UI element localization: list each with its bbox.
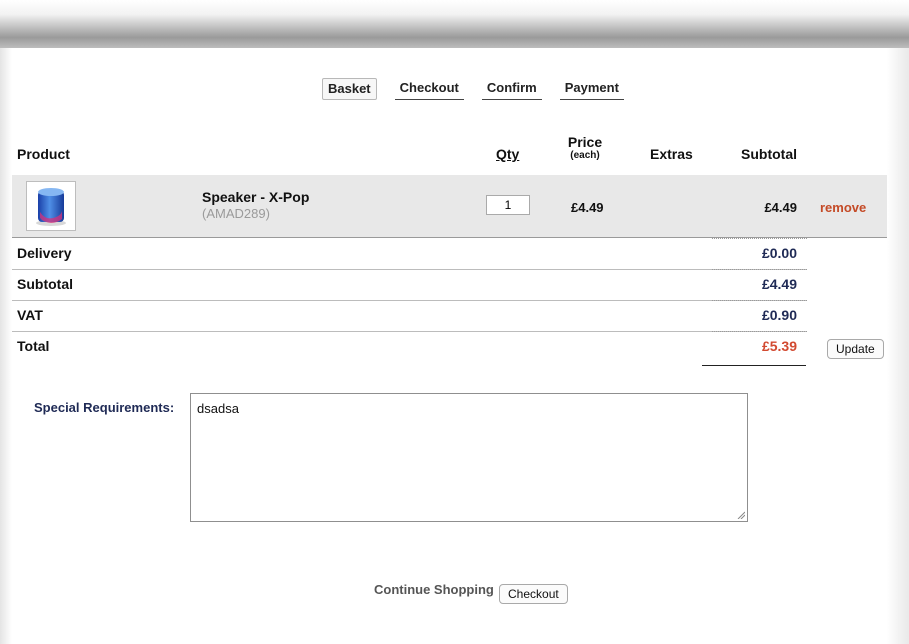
header-price-note: (each) (570, 150, 600, 161)
basket-item-row: Speaker - X-Pop (AMAD289) £4.49 £4.49 re… (12, 175, 887, 238)
delivery-value: £0.00 (761, 245, 797, 261)
header-product: Product (17, 146, 70, 162)
special-requirements-label: Special Requirements: (34, 400, 175, 415)
item-subtotal: £4.49 (764, 200, 797, 215)
resize-handle-icon[interactable] (737, 511, 745, 519)
special-requirements-textarea[interactable]: dsadsa (190, 393, 748, 522)
step-confirm[interactable]: Confirm (481, 78, 542, 100)
item-price: £4.49 (571, 200, 604, 215)
window-frame-right (887, 48, 909, 644)
special-requirements-text: dsadsa (197, 401, 239, 416)
browser-chrome-top (0, 0, 909, 48)
header-extras: Extras (650, 146, 693, 162)
header-subtotal: Subtotal (741, 146, 797, 162)
delivery-label: Delivery (17, 245, 72, 261)
header-price: Price (each) (565, 134, 605, 161)
dotted-divider (712, 300, 807, 301)
subtotal-row: Subtotal £4.49 (12, 269, 807, 301)
checkout-steps: Basket Checkout Confirm Payment (322, 78, 642, 100)
quantity-input[interactable] (486, 195, 530, 215)
dotted-divider (712, 238, 807, 239)
product-thumbnail[interactable] (26, 181, 76, 231)
header-price-label: Price (567, 134, 603, 150)
remove-item-link[interactable]: remove (820, 200, 866, 215)
subtotal-value: £4.49 (761, 276, 797, 292)
product-name[interactable]: Speaker - X-Pop (202, 189, 309, 205)
update-button[interactable]: Update (827, 339, 884, 359)
total-label: Total (17, 338, 50, 354)
total-row: Total £5.39 (12, 331, 807, 362)
window-frame-left (0, 48, 12, 644)
dotted-divider (712, 331, 807, 332)
delivery-row: Delivery £0.00 (12, 238, 807, 270)
total-value: £5.39 (761, 338, 797, 354)
basket-page: Basket Checkout Confirm Payment Product … (12, 48, 887, 644)
step-basket[interactable]: Basket (322, 78, 377, 100)
header-qty: Qty (496, 146, 520, 162)
vat-row: VAT £0.90 (12, 300, 807, 332)
product-code: (AMAD289) (202, 206, 270, 221)
speaker-product-image (36, 188, 66, 226)
step-checkout[interactable]: Checkout (394, 78, 464, 100)
vat-label: VAT (17, 307, 43, 323)
subtotal-label: Subtotal (17, 276, 73, 292)
dotted-divider (712, 269, 807, 270)
step-payment[interactable]: Payment (559, 78, 624, 100)
total-underline (702, 365, 806, 366)
vat-value: £0.90 (761, 307, 797, 323)
continue-shopping-link[interactable]: Continue Shopping (374, 582, 494, 597)
checkout-button[interactable]: Checkout (499, 584, 568, 604)
